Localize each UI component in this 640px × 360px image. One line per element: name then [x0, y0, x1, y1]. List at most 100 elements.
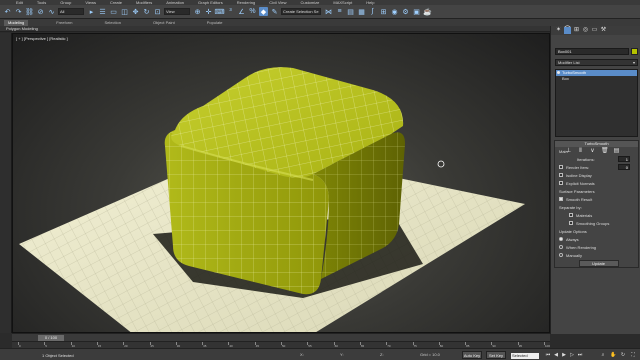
render-production-icon[interactable]: ☕ — [423, 7, 432, 16]
materials-checkbox[interactable] — [569, 213, 573, 217]
render-iters-checkbox[interactable] — [559, 165, 563, 169]
selection-filter-dropdown[interactable]: All — [58, 8, 84, 15]
iterations-spinner[interactable]: 1 — [618, 156, 630, 162]
mirror-icon[interactable]: ⋈ — [324, 7, 333, 16]
explicit-normals-checkbox[interactable] — [559, 181, 563, 185]
rectangular-selection-icon[interactable]: ▭ — [109, 7, 118, 16]
always-row: Always — [555, 235, 638, 243]
undo-icon[interactable]: ↶ — [3, 7, 12, 16]
stack-item-label: TurboSmooth — [562, 70, 587, 75]
render-setup-icon[interactable]: ⚙ — [401, 7, 410, 16]
utilities-tab-icon[interactable]: ⚒ — [600, 27, 607, 34]
maximize-viewport-icon[interactable]: ⛶ — [630, 352, 636, 358]
perspective-viewport[interactable]: [ + ] [Perspective ] [Realistic ] — [12, 33, 550, 333]
ribbon-tab-selection[interactable]: Selection — [100, 20, 124, 26]
snaps-toggle-icon[interactable]: ³ — [226, 7, 235, 16]
selection-status: 1 Object Selected — [42, 353, 74, 358]
next-frame-icon[interactable]: ▷ — [569, 352, 575, 358]
pivot-gizmo-icon[interactable] — [437, 160, 445, 168]
ribbon-tab-modeling[interactable]: Modeling — [4, 19, 29, 26]
pan-icon[interactable]: ✋ — [610, 352, 616, 358]
spinner-snap-icon[interactable]: ◆ — [259, 7, 268, 16]
orbit-icon[interactable]: ↻ — [620, 352, 626, 358]
main-toolbar: ↶ ↷ ⛓ ⊘ ∿ All ▸ ☰ ▭ ◫ ✥ ↻ ⊡ View ⊕ ✛ ⌨ ³… — [0, 5, 640, 19]
time-slider[interactable]: 0 / 100 — [12, 333, 550, 341]
align-icon[interactable]: ≡ — [335, 7, 344, 16]
update-button[interactable]: Update — [578, 259, 619, 267]
hierarchy-tab-icon[interactable]: ⊞ — [573, 27, 580, 34]
scale-icon[interactable]: ⊡ — [153, 7, 162, 16]
command-panel-tabs: ✶ ⌒ ⊞ ◎ ▭ ⚒ — [551, 26, 640, 35]
stack-item-box[interactable]: Box — [556, 76, 637, 82]
smooth-result-checkbox[interactable] — [559, 197, 563, 201]
grid-size-label: Grid = 10.0 — [420, 352, 440, 357]
ribbon-tab-freeform[interactable]: Freeform — [52, 20, 76, 26]
object-name-field[interactable]: Box001 — [555, 48, 629, 55]
display-tab-icon[interactable]: ▭ — [591, 27, 598, 34]
ribbon-panel-label[interactable]: Polygon Modeling — [0, 26, 550, 32]
when-rendering-row: When Rendering — [555, 243, 638, 251]
modify-tab-icon[interactable]: ⌒ — [564, 27, 571, 34]
set-key-button[interactable]: Set Key — [486, 351, 506, 359]
status-bar: 1 Object Selected X: Y: Z: Grid = 10.0 A… — [0, 348, 640, 360]
render-iters-spinner[interactable]: 0 — [618, 164, 630, 170]
ribbon-tab-populate[interactable]: Populate — [203, 20, 227, 26]
create-tab-icon[interactable]: ✶ — [555, 27, 562, 34]
select-object-icon[interactable]: ▸ — [87, 7, 96, 16]
separate-by-label: Separate by: — [559, 204, 582, 210]
link-icon[interactable]: ⛓ — [25, 7, 34, 16]
select-by-name-icon[interactable]: ☰ — [98, 7, 107, 16]
manually-radio[interactable] — [559, 253, 563, 257]
smoothing-groups-checkbox[interactable] — [569, 221, 573, 225]
reference-coordinate-dropdown[interactable]: View — [164, 8, 190, 15]
stack-item-label: Box — [562, 76, 569, 81]
edit-named-selection-icon[interactable]: ✎ — [270, 7, 279, 16]
modifier-list-dropdown[interactable]: Modifier List — [555, 59, 638, 66]
move-icon[interactable]: ✥ — [131, 7, 140, 16]
modifier-toggle-icon[interactable] — [557, 71, 560, 74]
zoom-icon[interactable]: ⌕ — [600, 352, 606, 358]
redo-icon[interactable]: ↷ — [14, 7, 23, 16]
keyboard-shortcut-override-icon[interactable]: ⌨ — [214, 7, 224, 16]
percent-snap-icon[interactable]: % — [248, 7, 257, 16]
group-label: Update Options — [559, 228, 587, 234]
curve-editor-icon[interactable]: ∫ — [368, 7, 377, 16]
previous-frame-icon[interactable]: ◀ — [553, 352, 559, 358]
x-coordinate-label: X: — [300, 352, 304, 357]
ribbon-tab-object-paint[interactable]: Object Paint — [149, 20, 179, 26]
key-filter-dropdown[interactable]: Selected — [511, 353, 539, 359]
layer-manager-icon[interactable]: ▤ — [346, 7, 355, 16]
main-group: Main — [555, 147, 638, 155]
play-icon[interactable]: ▶ — [561, 352, 567, 358]
angle-snap-icon[interactable]: ∠ — [237, 7, 246, 16]
motion-tab-icon[interactable]: ◎ — [582, 27, 589, 34]
always-radio[interactable] — [559, 237, 563, 241]
when-rendering-radio[interactable] — [559, 245, 563, 249]
explicit-normals-row: Explicit Normals — [555, 179, 638, 187]
modifier-stack: TurboSmooth Box — [555, 69, 638, 137]
auto-key-button[interactable]: Auto Key — [462, 351, 482, 359]
window-crossing-icon[interactable]: ◫ — [120, 7, 129, 16]
object-color-swatch[interactable] — [631, 48, 638, 55]
unlink-icon[interactable]: ⊘ — [36, 7, 45, 16]
graphite-ribbon-icon[interactable]: ▦ — [357, 7, 366, 16]
viewport-label[interactable]: [ + ] [Perspective ] [Realistic ] — [16, 36, 68, 41]
smoothing-groups-label: Smoothing Groups — [576, 220, 610, 226]
schematic-view-icon[interactable]: ⊞ — [379, 7, 388, 16]
bind-space-warp-icon[interactable]: ∿ — [47, 7, 56, 16]
pivot-center-icon[interactable]: ⊕ — [193, 7, 202, 16]
when-rendering-label: When Rendering — [566, 244, 597, 250]
rendered-frame-icon[interactable]: ▣ — [412, 7, 421, 16]
rotate-icon[interactable]: ↻ — [142, 7, 151, 16]
go-to-end-icon[interactable]: ⏭ — [577, 352, 583, 358]
material-editor-icon[interactable]: ◉ — [390, 7, 399, 16]
iterations-row: Iterations: 1 — [555, 155, 638, 163]
surface-params-row: Surface Parameters — [555, 187, 638, 195]
timeline-ruler[interactable]: 0 5 10 15 20 25 30 35 40 45 50 55 60 65 70 75 80 85 90 95 10… — [12, 341, 550, 348]
materials-label: Materials — [576, 212, 593, 218]
named-selection-dropdown[interactable]: Create Selection Se — [281, 8, 321, 15]
select-manipulate-icon[interactable]: ✛ — [204, 7, 213, 16]
isoline-checkbox[interactable] — [559, 173, 563, 177]
separate-by-row: Separate by: — [555, 203, 638, 211]
go-to-start-icon[interactable]: ⏮ — [545, 352, 551, 358]
